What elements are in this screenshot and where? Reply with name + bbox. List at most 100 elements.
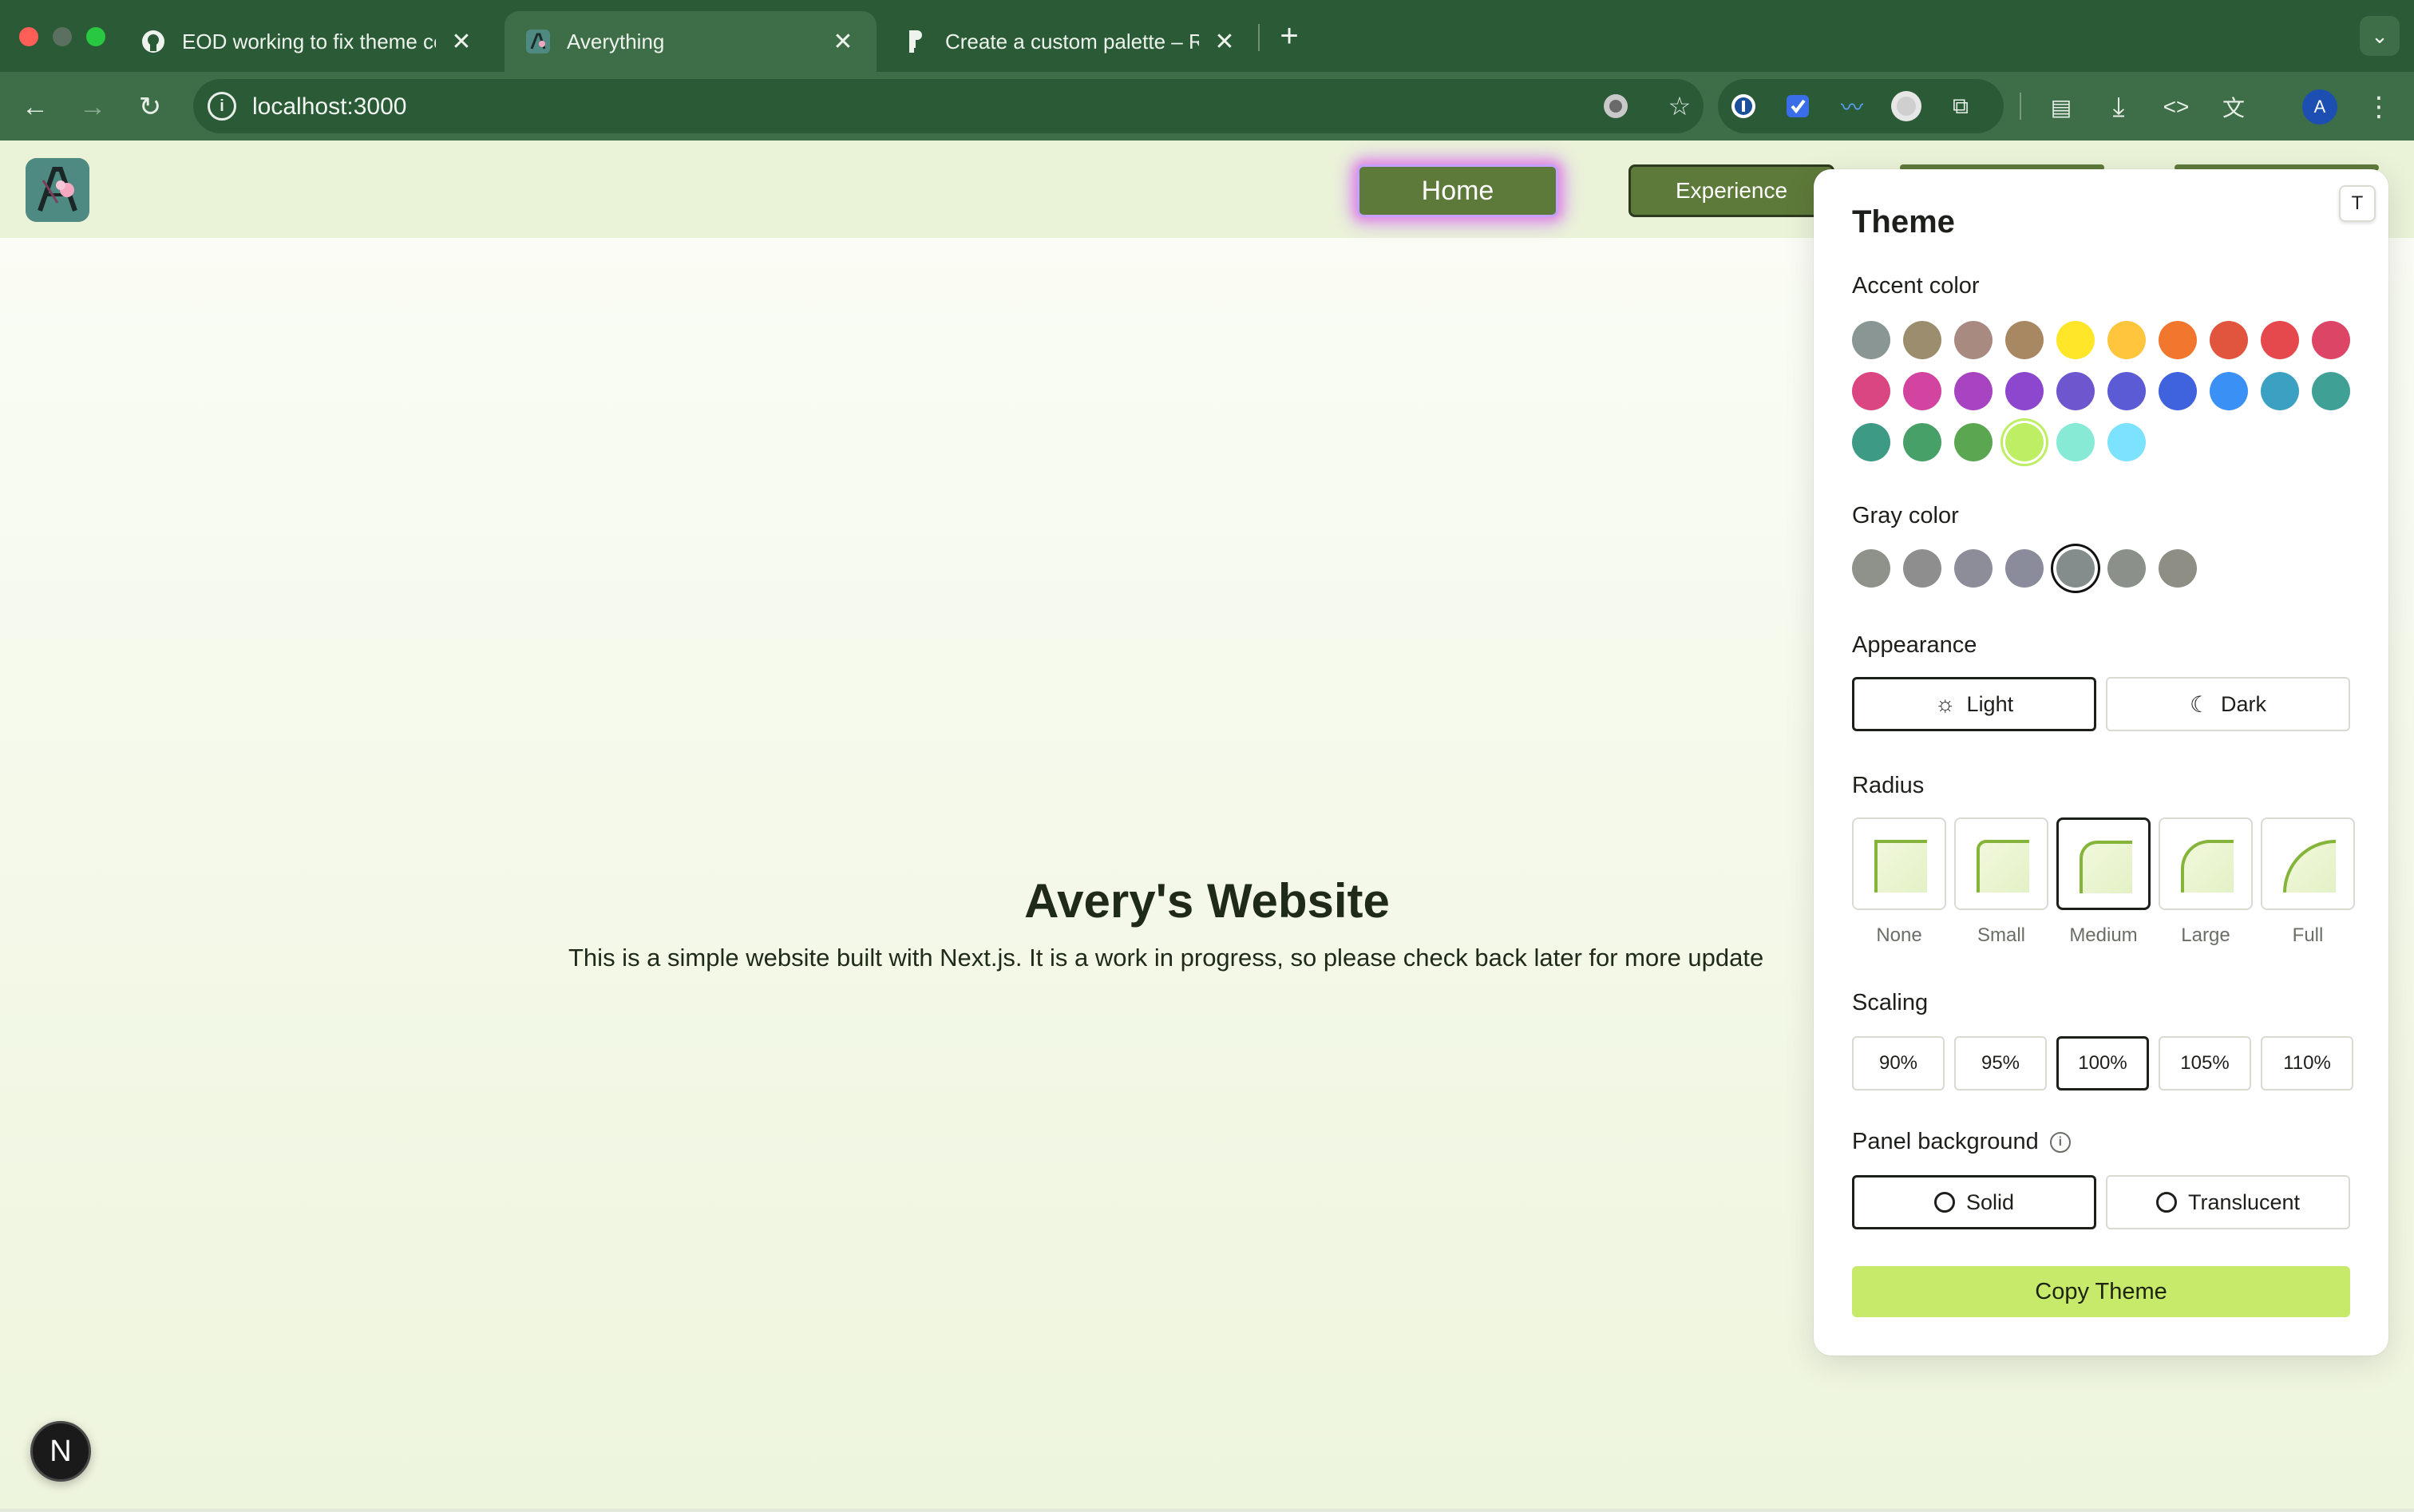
accent-color-swatch[interactable] [2005,423,2044,461]
address-bar[interactable]: i localhost:3000 ☆ [193,79,1704,133]
panel-background-translucent-button[interactable]: Translucent [2106,1175,2350,1229]
radius-none-option[interactable] [1852,817,1946,910]
gray-color-swatch[interactable] [1954,549,1993,588]
nextjs-dev-badge[interactable]: N [30,1421,91,1482]
translate-icon[interactable]: 文 [2213,86,2254,128]
download-icon[interactable]: ⤓ [2098,86,2139,128]
profile-initial: A [2302,89,2337,125]
appearance-light-button[interactable]: ☼ Light [1852,677,2096,731]
reload-icon[interactable]: ↻ [129,86,171,128]
nav-home-button[interactable]: Home [1357,164,1558,217]
extensions-puzzle-icon[interactable]: ⧉ [1945,90,1977,122]
accent-color-swatch[interactable] [1852,372,1890,410]
info-icon[interactable]: i [2049,1132,2071,1154]
accent-color-swatch[interactable] [2107,321,2146,359]
sun-icon: ☼ [1934,691,1956,716]
accent-color-swatch[interactable] [2210,372,2248,410]
browser-tab[interactable]: EOD working to fix theme colo ✕ [120,11,495,72]
gray-color-swatch[interactable] [2056,549,2095,588]
bookmark-star-icon[interactable]: ☆ [1664,90,1696,122]
window-minimize-button[interactable] [53,27,72,46]
tab-title: Averything [567,29,665,53]
panel-background-solid-label: Solid [1965,1189,2015,1214]
scaling-option-button[interactable]: 110% [2261,1036,2353,1090]
browser-tab[interactable]: Create a custom palette – Ra ✕ [883,11,1258,72]
extension-avatar-icon[interactable] [1890,90,1922,122]
tab-search-button[interactable]: ⌄ [2360,16,2400,56]
extension-1password-icon[interactable] [1727,90,1759,122]
site-info-icon[interactable]: i [208,92,236,121]
accent-color-swatch[interactable] [1954,321,1993,359]
tab-title: EOD working to fix theme colo [182,29,436,53]
accent-color-swatch[interactable] [1903,423,1941,461]
gray-color-swatch[interactable] [1903,549,1941,588]
accent-color-swatch[interactable] [2056,372,2095,410]
panel-background-label: Panel background i [1852,1129,2071,1155]
radius-option-label: Large [2181,924,2230,946]
panel-background-translucent-label: Translucent [2187,1189,2301,1214]
extension-wave-icon[interactable]: 〰 [1836,90,1868,122]
radius-small-option[interactable] [1954,817,2048,910]
accent-color-swatch[interactable] [2159,372,2197,410]
forward-arrow-icon[interactable]: → [72,86,113,128]
site-logo[interactable] [26,158,89,222]
window-zoom-button[interactable] [86,27,105,46]
tab-divider [1258,24,1260,51]
accent-color-swatch[interactable] [2005,321,2044,359]
reading-list-icon[interactable]: ▤ [2040,86,2082,128]
accent-color-swatch[interactable] [2107,372,2146,410]
accent-color-swatch[interactable] [2056,423,2095,461]
accent-color-swatch[interactable] [1852,321,1890,359]
accent-color-swatch[interactable] [2107,423,2146,461]
theme-panel-toggle-button[interactable]: T [2339,185,2376,222]
gray-color-swatch[interactable] [2005,549,2044,588]
browser-menu-icon[interactable]: ⋮ [2358,86,2400,128]
accent-color-swatch[interactable] [2261,372,2299,410]
address-text[interactable]: localhost:3000 [252,93,406,121]
gray-color-swatch[interactable] [2159,549,2197,588]
accent-color-swatch[interactable] [2312,321,2350,359]
extension-badge-icon[interactable] [1600,90,1632,122]
accent-color-swatch[interactable] [2312,372,2350,410]
accent-color-swatch[interactable] [1903,372,1941,410]
accent-color-swatch[interactable] [1954,423,1993,461]
gray-color-swatches [1852,549,2363,588]
devtools-code-icon[interactable]: <> [2155,86,2197,128]
radius-medium-option[interactable] [2056,817,2151,910]
scaling-option-button[interactable]: 90% [1852,1036,1945,1090]
accent-color-swatch[interactable] [1852,423,1890,461]
tab-title: Create a custom palette – Ra [945,29,1199,53]
tab-close-icon[interactable]: ✕ [830,28,856,56]
appearance-dark-button[interactable]: ☾ Dark [2106,677,2350,731]
appearance-label: Appearance [1852,632,1977,658]
accent-color-swatch[interactable] [1954,372,1993,410]
gray-color-swatch[interactable] [1852,549,1890,588]
hero-subtitle: This is a simple website built with Next… [568,944,1764,972]
tab-close-icon[interactable]: ✕ [1212,28,1237,56]
scaling-option-button[interactable]: 105% [2159,1036,2251,1090]
accent-color-swatch[interactable] [2210,321,2248,359]
nav-experience-button[interactable]: Experience [1628,164,1834,217]
gray-color-swatch[interactable] [2107,549,2146,588]
browser-tab-active[interactable]: Averything ✕ [505,11,877,72]
moon-icon: ☾ [2189,691,2210,717]
accent-color-swatch[interactable] [1903,321,1941,359]
panel-background-solid-button[interactable]: Solid [1852,1175,2096,1229]
radius-full-option[interactable] [2261,817,2355,910]
window-close-button[interactable] [19,27,38,46]
figma-icon [904,29,929,54]
accent-color-swatch[interactable] [2159,321,2197,359]
profile-avatar[interactable]: A [2299,86,2341,128]
accent-color-swatch[interactable] [2261,321,2299,359]
accent-color-swatches [1852,321,2363,461]
accent-color-swatch[interactable] [2056,321,2095,359]
tab-close-icon[interactable]: ✕ [449,28,474,56]
accent-color-swatch[interactable] [2005,372,2044,410]
scaling-option-button-selected[interactable]: 100% [2056,1036,2149,1090]
copy-theme-button[interactable]: Copy Theme [1852,1266,2350,1317]
back-arrow-icon[interactable]: ← [14,86,56,128]
extension-check-icon[interactable] [1782,90,1814,122]
radius-large-option[interactable] [2159,817,2253,910]
scaling-option-button[interactable]: 95% [1954,1036,2047,1090]
new-tab-button[interactable]: + [1271,18,1308,54]
